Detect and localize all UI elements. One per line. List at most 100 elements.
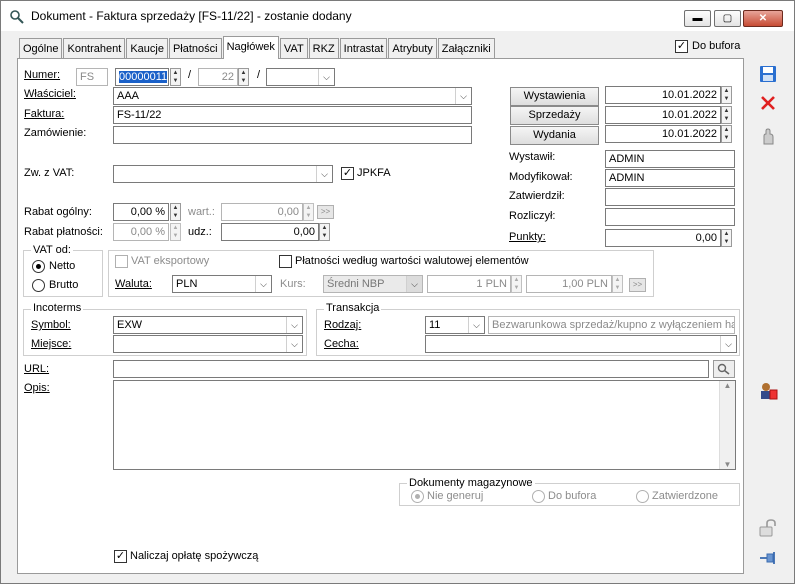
udz-input[interactable]: 0,00 [221, 223, 319, 241]
cecha-combo[interactable]: ⌵ [425, 335, 737, 353]
save-button[interactable] [756, 62, 780, 86]
faktura-input[interactable]: FS-11/22 [113, 106, 472, 124]
netto-radio[interactable] [32, 260, 45, 273]
tab-zalaczniki[interactable]: Załączniki [437, 38, 495, 59]
close-button[interactable]: ✕ [743, 10, 783, 27]
netto-label: Netto [49, 260, 76, 272]
waluta-combo[interactable]: PLN ⌵ [172, 275, 272, 293]
series-combo[interactable]: ⌵ [266, 68, 335, 86]
sprzedazy-spinner[interactable]: ▲ ▼ [721, 106, 732, 124]
miejsce-label: Miejsce: [31, 338, 72, 350]
minimize-button[interactable]: ▬ [684, 10, 711, 27]
kurs-label: Kurs: [280, 278, 306, 290]
platnosci-wartosci-checkbox[interactable] [279, 255, 292, 268]
oplata-spozywcza-label: Naliczaj opłatę spożywczą [130, 550, 259, 562]
numer-separator: / [188, 69, 192, 81]
cancel-button[interactable] [756, 91, 780, 115]
wystawienia-spinner[interactable]: ▲ ▼ [721, 86, 732, 104]
wlasciciel-value: AAA [117, 90, 140, 102]
numer-input[interactable]: 00000011 [115, 68, 169, 86]
udz-spinner[interactable]: ▲ ▼ [319, 223, 330, 241]
wlasciciel-combo[interactable]: AAA ⌵ [113, 87, 472, 105]
punkty-spinner[interactable]: ▲ ▼ [721, 229, 732, 247]
tab-kaucje[interactable]: Kaucje [126, 38, 168, 59]
wlasciciel-label: Właściciel: [24, 88, 76, 100]
rozliczyl-value [605, 208, 735, 226]
zamowienie-input[interactable] [113, 126, 472, 144]
symbol-value: EXW [117, 319, 143, 331]
sprzedazy-button[interactable]: Sprzedaży [510, 106, 599, 125]
scroll-up-icon[interactable]: ▲ [720, 381, 735, 390]
pin-button[interactable] [756, 546, 780, 570]
url-label: URL: [24, 363, 50, 375]
numer-label: Numer: [24, 69, 61, 81]
magnifier-icon [717, 363, 730, 375]
approve-button[interactable] [756, 125, 780, 149]
wart-apply-button: >> [317, 205, 334, 219]
wydania-spinner[interactable]: ▲ ▼ [721, 125, 732, 143]
kurs-apply-button: >> [629, 278, 646, 292]
title-bar: Dokument - Faktura sprzedaży [FS-11/22] … [1, 1, 794, 31]
do-bufora-checkbox[interactable]: ✓ [675, 40, 688, 53]
year-spinner: ▲ ▼ [238, 68, 249, 86]
wystawienia-button[interactable]: Wystawienia [510, 87, 599, 106]
oplata-spozywcza-checkbox[interactable]: ✓ [114, 550, 127, 563]
pin-icon [760, 552, 775, 564]
wystawil-value: ADMIN [605, 150, 735, 168]
tab-atrybuty[interactable]: Atrybuty [388, 38, 437, 59]
chevron-down-icon: ⌵ [318, 69, 334, 85]
opis-textarea[interactable] [113, 380, 736, 470]
do-bufora-radio [532, 490, 545, 503]
wystawil-label: Wystawił: [509, 151, 556, 163]
opis-scrollbar[interactable]: ▲ ▼ [719, 381, 735, 469]
wart-input: 0,00 [221, 203, 303, 221]
kurs-type-combo: Średni NBP ⌵ [323, 275, 423, 293]
opis-label: Opis: [24, 382, 50, 394]
wydania-date[interactable]: 10.01.2022 [605, 125, 721, 143]
chevron-down-icon: ⌵ [255, 276, 271, 292]
punkty-input[interactable]: 0,00 [605, 229, 721, 247]
rabat-ogolny-input[interactable]: 0,00 % [113, 203, 169, 221]
person-card-icon [761, 383, 778, 400]
rodzaj-description: Bezwarunkowa sprzedaż/kupno z wyłączenie… [488, 316, 735, 334]
numer-prefix: FS [76, 68, 108, 86]
contractor-button[interactable] [756, 379, 780, 403]
sprzedazy-date[interactable]: 10.01.2022 [605, 106, 721, 124]
symbol-combo[interactable]: EXW ⌵ [113, 316, 303, 334]
scroll-down-icon[interactable]: ▼ [720, 460, 735, 469]
url-open-button[interactable] [713, 360, 735, 378]
chevron-down-icon: ⌵ [720, 336, 736, 352]
wystawienia-date[interactable]: 10.01.2022 [605, 86, 721, 104]
tab-platnosci[interactable]: Płatności [168, 38, 222, 59]
chevron-down-icon: ⌵ [286, 317, 302, 333]
miejsce-combo[interactable]: ⌵ [113, 335, 303, 353]
numer-spinner[interactable]: ▲ ▼ [170, 68, 181, 86]
jpkfa-checkbox[interactable]: ✓ [341, 167, 354, 180]
zamowienie-label: Zamówienie: [24, 127, 87, 139]
tab-rkz[interactable]: RKZ [308, 38, 339, 59]
vat-eksportowy-label: VAT eksportowy [131, 255, 210, 267]
punkty-label: Punkty: [509, 231, 546, 243]
numer-separator-2: / [257, 69, 261, 81]
tab-kontrahent[interactable]: Kontrahent [63, 38, 126, 59]
maximize-button[interactable]: ▢ [714, 10, 741, 27]
unlock-button[interactable] [756, 516, 780, 540]
rozliczyl-label: Rozliczył: [509, 210, 556, 222]
brutto-radio[interactable] [32, 279, 45, 292]
tab-intrastat[interactable]: Intrastat [339, 38, 388, 59]
wydania-button[interactable]: Wydania [510, 126, 599, 145]
tab-bar: Ogólne Kontrahent Kaucje Płatności Nagłó… [19, 36, 496, 59]
rodzaj-combo[interactable]: 11 ⌵ [425, 316, 485, 334]
magnifier-document-icon [10, 10, 24, 24]
rabat-ogolny-spinner[interactable]: ▲ ▼ [170, 203, 181, 221]
tab-naglowek[interactable]: Nagłówek [222, 36, 279, 59]
tab-vat[interactable]: VAT [279, 38, 308, 59]
incoterms-title: Incoterms [31, 302, 84, 314]
zw-vat-combo[interactable]: ⌵ [113, 165, 333, 183]
faktura-label: Faktura: [24, 108, 65, 120]
url-input[interactable] [113, 360, 709, 378]
platnosci-wartosci-label: Płatności według wartości walutowej elem… [295, 255, 529, 267]
rabat-platnosci-spinner: ▲ ▼ [170, 223, 181, 241]
tab-ogolne[interactable]: Ogólne [19, 38, 63, 59]
vat-eksportowy-checkbox [115, 255, 128, 268]
